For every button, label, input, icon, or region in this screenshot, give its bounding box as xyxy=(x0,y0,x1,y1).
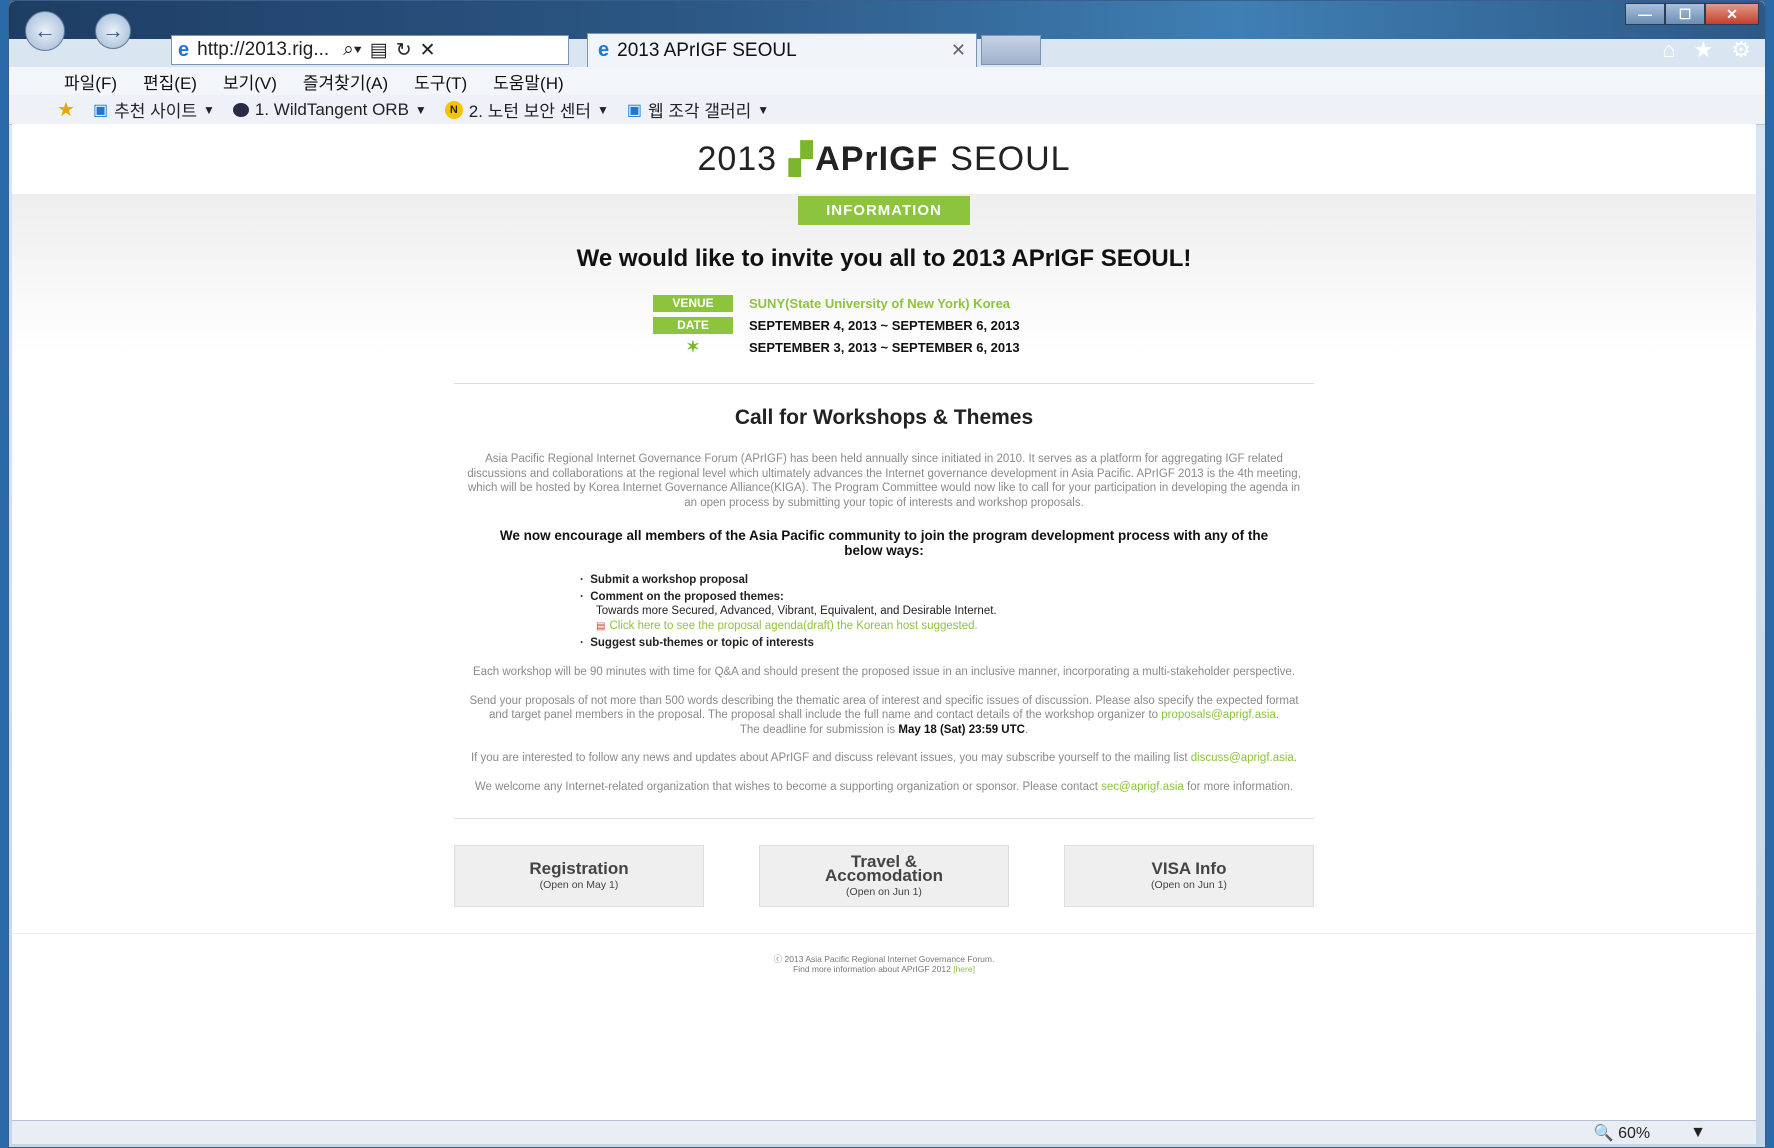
detail-row-youth: ✶ SEPTEMBER 3, 2013 ~ SEPTEMBER 6, 2013 xyxy=(653,337,1133,357)
ie-tab-icon: e xyxy=(598,39,610,61)
fav-label: 1. WildTangent ORB xyxy=(254,99,409,119)
toolbar-right: ⌂ ★ ⚙ xyxy=(1662,37,1751,63)
welcome-paragraph: We welcome any Internet-related organiza… xyxy=(474,780,1294,793)
content-band: INFORMATION We would like to invite you … xyxy=(12,194,1756,357)
maximize-button[interactable]: ☐ xyxy=(1665,3,1705,25)
logo-year: 2013 xyxy=(697,139,778,178)
favorites-star-icon[interactable]: ★ xyxy=(1694,37,1714,63)
workshop-paragraph: Each workshop will be 90 minutes with ti… xyxy=(472,666,1296,678)
zoom-dropdown-icon[interactable]: ▼ xyxy=(1690,1124,1706,1142)
copyright-text: ⓒ 2013 Asia Pacific Regional Internet Go… xyxy=(773,954,995,964)
norton-icon: N xyxy=(444,100,463,119)
deadline-value: May 18 (Sat) 23:59 UTC xyxy=(898,723,1025,736)
address-bar[interactable]: e http://2013.rig... ⌕▾ ▤ ↻ ✕ xyxy=(171,35,569,65)
chevron-down-icon: ▼ xyxy=(414,102,427,117)
ie-icon: e xyxy=(178,38,190,61)
tab-close-icon[interactable]: ✕ xyxy=(951,40,966,61)
window-controls: — ☐ ✕ xyxy=(1625,3,1759,25)
fav-item-webslice[interactable]: ▣ 웹 조각 갤러리 ▼ xyxy=(627,97,769,122)
home-icon[interactable]: ⌂ xyxy=(1662,37,1675,63)
logo-mark: APrIGF xyxy=(815,139,939,178)
refresh-icon[interactable]: ↻ xyxy=(396,39,412,62)
themes-text: Towards more Secured, Advanced, Vibrant,… xyxy=(596,605,997,617)
back-button[interactable]: ← xyxy=(25,11,65,51)
logo-city: SEOUL xyxy=(950,139,1071,178)
intro-paragraph: Asia Pacific Regional Internet Governanc… xyxy=(467,453,1301,509)
minimize-button[interactable]: — xyxy=(1625,3,1665,25)
youth-igf-logo: ✶ xyxy=(686,339,700,356)
fav-label: 추천 사이트 xyxy=(114,102,197,121)
chevron-down-icon: ▼ xyxy=(203,102,215,117)
pdf-icon: ▤ xyxy=(596,621,606,632)
tab-title: 2013 APrIGF SEOUL xyxy=(617,39,797,61)
favorites-bar: ★ ▣ 추천 사이트 ▼ 1. WildTangent ORB ▼ N 2. 노… xyxy=(9,95,1765,125)
encourage-text: We now encourage all members of the Asia… xyxy=(499,528,1269,558)
gear-icon[interactable]: ⚙ xyxy=(1731,37,1751,63)
menu-tools[interactable]: 도구(T) xyxy=(414,69,467,94)
orb-icon xyxy=(232,102,249,117)
compat-icon[interactable]: ▤ xyxy=(370,39,388,62)
call-heading: Call for Workshops & Themes xyxy=(734,406,1034,429)
footer-here-link[interactable]: [here] xyxy=(953,964,975,974)
discuss-email-link[interactable]: discuss@aprigf.asia xyxy=(1191,752,1294,764)
zoom-control[interactable]: 🔍 60% xyxy=(1594,1123,1650,1143)
new-tab-button[interactable] xyxy=(981,35,1041,65)
list-item: · Submit a workshop proposal xyxy=(580,574,749,586)
footer-divider xyxy=(12,933,1756,934)
venue-label: VENUE xyxy=(653,294,733,312)
logo-mark-icon: ▞ xyxy=(789,142,814,176)
site-logo[interactable]: 2013 ▞ APrIGF SEOUL xyxy=(12,124,1756,194)
event-details: VENUE SUNY(State University of New York)… xyxy=(653,293,1133,357)
chevron-down-icon: ▼ xyxy=(757,102,770,117)
page-icon: ▣ xyxy=(92,101,109,119)
proposals-email-link[interactable]: proposals@aprigf.asia xyxy=(1161,709,1276,721)
invite-heading: We would like to invite you all to 2013 … xyxy=(576,245,1192,272)
info-cards: Registration (Open on May 1) Travel & Ac… xyxy=(454,845,1314,907)
date-label: DATE xyxy=(653,316,733,334)
divider xyxy=(454,383,1314,384)
footer: ⓒ 2013 Asia Pacific Regional Internet Go… xyxy=(12,954,1756,974)
footer-more: Find more information about APrIGF 2012 … xyxy=(793,964,975,974)
divider xyxy=(454,818,1314,819)
visa-card[interactable]: VISA Info (Open on Jun 1) xyxy=(1064,845,1314,907)
menu-file[interactable]: 파일(F) xyxy=(64,69,117,94)
address-text: http://2013.rig... xyxy=(197,39,330,60)
search-icon[interactable]: ⌕▾ xyxy=(343,39,362,61)
menu-view[interactable]: 보기(V) xyxy=(223,69,277,94)
venue-value[interactable]: SUNY(State University of New York) Korea xyxy=(749,296,1010,311)
list-item: · Suggest sub-themes or topic of interes… xyxy=(580,637,814,649)
news-paragraph: If you are interested to follow any news… xyxy=(470,752,1298,764)
add-favorite-icon[interactable]: ★ xyxy=(57,97,75,122)
ways-list: · Submit a workshop proposal · Comment o… xyxy=(580,574,1140,649)
fav-label: 2. 노턴 보안 센터 xyxy=(468,102,591,121)
fav-item-wildtangent[interactable]: 1. WildTangent ORB ▼ xyxy=(232,99,427,120)
fav-label: 웹 조각 갤러리 xyxy=(648,102,752,121)
menu-bar: 파일(F) 편집(E) 보기(V) 즐겨찾기(A) 도구(T) 도움말(H) xyxy=(9,67,1765,95)
close-window-button[interactable]: ✕ xyxy=(1705,3,1759,25)
travel-card[interactable]: Travel & Accomodation (Open on Jun 1) xyxy=(759,845,1009,907)
date-value: SEPTEMBER 4, 2013 ~ SEPTEMBER 6, 2013 xyxy=(749,317,1020,333)
menu-help[interactable]: 도움말(H) xyxy=(493,69,564,94)
info-badge: INFORMATION xyxy=(798,196,970,225)
tab-active[interactable]: e 2013 APrIGF SEOUL ✕ xyxy=(587,33,977,67)
youth-date-value: SEPTEMBER 3, 2013 ~ SEPTEMBER 6, 2013 xyxy=(749,339,1020,355)
page-viewport: 2013 ▞ APrIGF SEOUL INFORMATION We would… xyxy=(12,124,1756,1120)
sec-email-link[interactable]: sec@aprigf.asia xyxy=(1101,781,1184,793)
registration-card[interactable]: Registration (Open on May 1) xyxy=(454,845,704,907)
forward-button[interactable]: → xyxy=(95,13,131,49)
proposal-agenda-link[interactable]: ▤ Click here to see the proposal agenda(d… xyxy=(596,620,1140,633)
stop-icon[interactable]: ✕ xyxy=(420,39,436,62)
send-paragraph: Send your proposals of not more than 500… xyxy=(469,694,1299,736)
menu-favorites[interactable]: 즐겨찾기(A) xyxy=(303,69,388,94)
detail-row-date: DATE SEPTEMBER 4, 2013 ~ SEPTEMBER 6, 20… xyxy=(653,315,1133,335)
fav-item-suggested[interactable]: ▣ 추천 사이트 ▼ xyxy=(93,97,215,122)
list-item: · Comment on the proposed themes: xyxy=(580,591,784,603)
page-icon: ▣ xyxy=(626,101,642,119)
detail-row-venue: VENUE SUNY(State University of New York)… xyxy=(653,293,1133,313)
fav-item-norton[interactable]: N 2. 노턴 보안 센터 ▼ xyxy=(444,97,609,122)
chevron-down-icon: ▼ xyxy=(596,102,609,117)
menu-edit[interactable]: 편집(E) xyxy=(143,69,197,94)
status-bar: 🔍 60% ▼ xyxy=(12,1120,1756,1144)
